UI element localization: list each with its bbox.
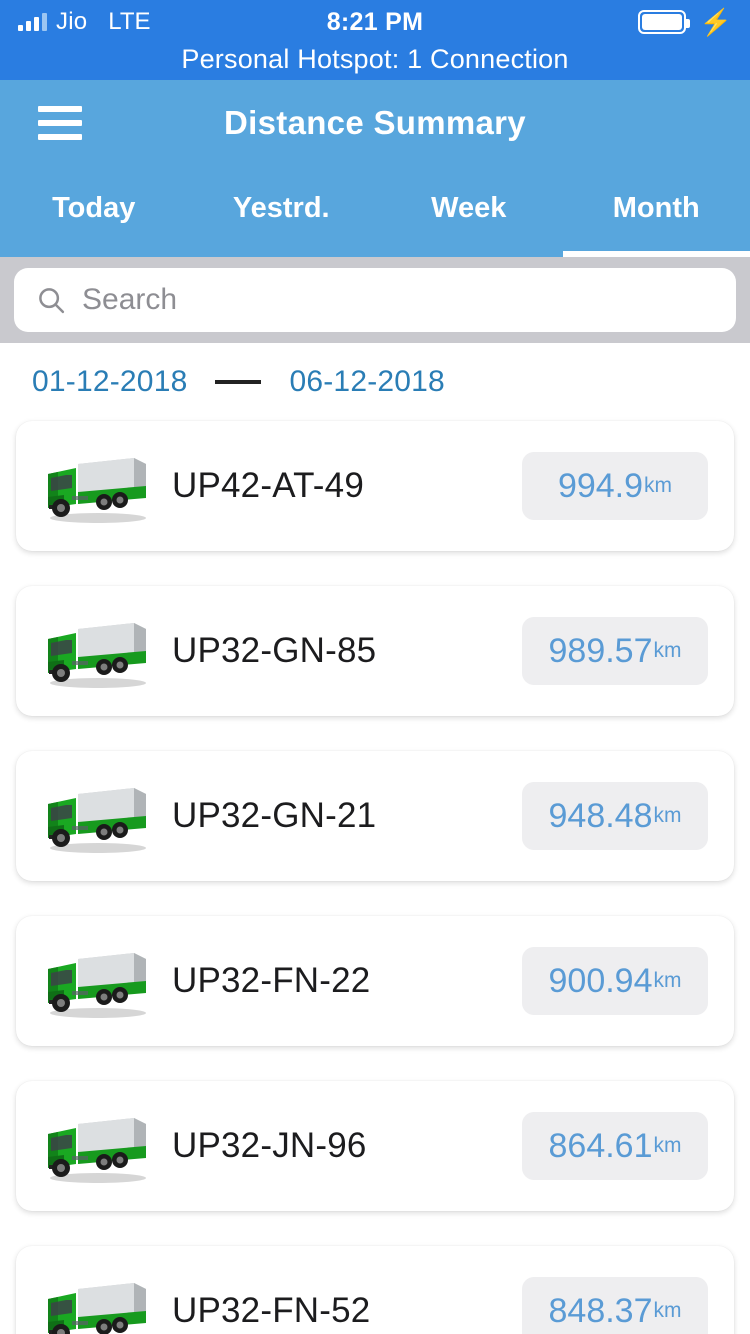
date-range-end[interactable]: 06-12-2018 — [289, 365, 444, 399]
distance-unit: km — [653, 804, 682, 827]
tab-week[interactable]: Week — [375, 165, 563, 257]
distance-badge: 848.37 km — [522, 1277, 708, 1334]
table-row[interactable]: UP32-FN-52 848.37 km — [16, 1246, 734, 1334]
distance-badge: 864.61 km — [522, 1112, 708, 1180]
table-row[interactable]: UP32-GN-21 948.48 km — [16, 751, 734, 881]
hotspot-banner[interactable]: Personal Hotspot: 1 Connection — [0, 44, 750, 80]
app-root: Jio LTE 8:21 PM ⚡ Personal Hotspot: 1 Co… — [0, 0, 750, 1334]
search-icon — [39, 288, 65, 314]
distance-badge: 948.48 km — [522, 782, 708, 850]
truck-icon — [48, 623, 146, 688]
truck-icon — [48, 788, 146, 853]
distance-unit: km — [644, 474, 673, 497]
hamburger-menu-icon[interactable] — [38, 105, 82, 140]
distance-value: 989.57 — [548, 631, 653, 670]
truck-icon — [48, 1283, 146, 1334]
tab-yesterday[interactable]: Yestrd. — [188, 165, 376, 257]
vehicle-plate-label: UP32-FN-22 — [172, 961, 371, 1000]
distance-value: 900.94 — [548, 961, 653, 1000]
distance-value: 848.37 — [548, 1291, 653, 1330]
distance-unit: km — [653, 1299, 682, 1322]
vehicle-plate-label: UP32-GN-85 — [172, 631, 377, 670]
distance-unit: km — [653, 1134, 682, 1157]
distance-badge: 994.9 km — [522, 452, 708, 520]
distance-value: 864.61 — [548, 1126, 653, 1165]
status-bar-row: Jio LTE 8:21 PM ⚡ — [0, 0, 750, 44]
vehicle-plate-label: UP32-FN-52 — [172, 1291, 371, 1330]
search-input[interactable]: Search — [14, 268, 736, 332]
tab-today[interactable]: Today — [0, 165, 188, 257]
tab-bar: Today Yestrd. Week Month — [0, 165, 750, 257]
table-row[interactable]: UP32-FN-22 900.94 km — [16, 916, 734, 1046]
date-range-selector: 01-12-2018 06-12-2018 — [0, 343, 750, 421]
vehicle-distance-list: UP42-AT-49 994.9 km UP32-GN-85 989.57 km… — [0, 421, 750, 1334]
truck-icon — [48, 1118, 146, 1183]
vehicle-plate-label: UP42-AT-49 — [172, 466, 364, 505]
page-title: Distance Summary — [224, 103, 526, 141]
distance-value: 994.9 — [557, 466, 644, 505]
vehicle-plate-label: UP32-JN-96 — [172, 1126, 367, 1165]
charging-bolt-icon: ⚡ — [699, 7, 732, 37]
date-range-start[interactable]: 01-12-2018 — [32, 365, 187, 399]
table-row[interactable]: UP32-JN-96 864.61 km — [16, 1081, 734, 1211]
table-row[interactable]: UP32-GN-85 989.57 km — [16, 586, 734, 716]
distance-badge: 900.94 km — [522, 947, 708, 1015]
truck-icon — [48, 953, 146, 1018]
app-bar: Distance Summary — [0, 80, 750, 165]
distance-unit: km — [653, 639, 682, 662]
distance-value: 948.48 — [548, 796, 653, 835]
vehicle-plate-label: UP32-GN-21 — [172, 796, 377, 835]
status-bar: Jio LTE 8:21 PM ⚡ Personal Hotspot: 1 Co… — [0, 0, 750, 80]
search-bar-container: Search — [0, 257, 750, 343]
tab-month[interactable]: Month — [562, 165, 750, 257]
table-row[interactable]: UP42-AT-49 994.9 km — [16, 421, 734, 551]
truck-icon — [48, 458, 146, 523]
battery-full-icon — [637, 10, 690, 34]
distance-unit: km — [653, 969, 682, 992]
date-range-separator — [215, 380, 262, 384]
distance-badge: 989.57 km — [522, 617, 708, 685]
status-bar-right: ⚡ — [637, 7, 732, 37]
search-placeholder: Search — [82, 283, 178, 316]
